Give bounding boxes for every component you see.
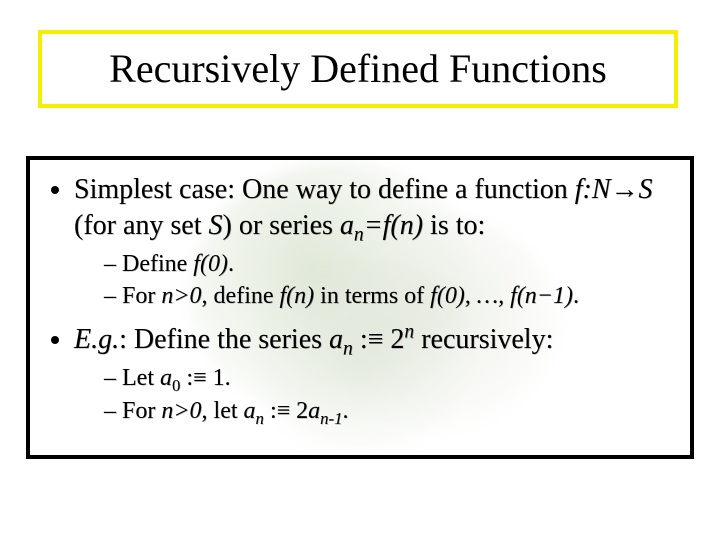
math: f:N→S <box>575 174 653 205</box>
math: a <box>308 398 320 424</box>
subscript: n <box>354 224 364 245</box>
text: For <box>122 398 161 424</box>
sub-list-1: Define f(0). For n>0, define f(n) in ter… <box>74 248 676 313</box>
slide-title: Recursively Defined Functions <box>50 48 666 90</box>
sub-list-2: Let a0 :≡ 1. For n>0, let an :≡ 2an-1. <box>74 362 676 427</box>
text: Simplest case: One way to define a funct… <box>74 174 575 205</box>
sub-bullet-1b: For n>0, define f(n) in terms of f(0), …… <box>104 280 676 312</box>
text: is to: <box>423 210 485 241</box>
math: =f(n) <box>364 210 423 241</box>
math: f(0), …, f(n−1) <box>430 283 573 309</box>
text: . <box>343 398 349 424</box>
text: , define <box>202 283 280 309</box>
text: Let <box>122 365 160 391</box>
math: n>0 <box>161 283 201 309</box>
sub-bullet-2b: For n>0, let an :≡ 2an-1. <box>104 395 676 427</box>
text: recursively: <box>414 324 553 355</box>
body-box: Simplest case: One way to define a funct… <box>26 156 694 459</box>
text: :≡ 2 <box>353 324 405 355</box>
math: a <box>244 398 256 424</box>
text: . <box>228 251 234 277</box>
subscript: n-1 <box>320 408 342 427</box>
sub-bullet-1a: Define f(0). <box>104 248 676 280</box>
subscript: n <box>343 339 353 360</box>
sub-bullet-2a: Let a0 :≡ 1. <box>104 362 676 394</box>
math: f(n) <box>280 283 315 309</box>
math: f(0) <box>193 251 228 277</box>
text: ) or series <box>223 210 340 241</box>
text: , let <box>202 398 244 424</box>
text: : Define the series <box>119 324 329 355</box>
slide: Recursively Defined Functions Simplest c… <box>0 0 720 540</box>
math: a <box>329 324 343 355</box>
math: n>0 <box>161 398 201 424</box>
title-box: Recursively Defined Functions <box>38 30 678 108</box>
math: S <box>209 210 223 241</box>
subscript: n <box>256 408 264 427</box>
bullet-list: Simplest case: One way to define a funct… <box>44 172 676 427</box>
text: For <box>122 283 161 309</box>
bullet-1: Simplest case: One way to define a funct… <box>74 172 676 312</box>
math: a <box>160 365 172 391</box>
text: E.g. <box>74 324 119 355</box>
text: . <box>573 283 579 309</box>
superscript: n <box>404 322 414 343</box>
math: a <box>340 210 354 241</box>
text: in terms of <box>314 283 430 309</box>
bullet-2: E.g.: Define the series an :≡ 2n recursi… <box>74 322 676 427</box>
text: :≡ 1. <box>180 365 230 391</box>
text: :≡ 2 <box>264 398 308 424</box>
text: Define <box>122 251 193 277</box>
text: (for any set <box>74 210 209 241</box>
